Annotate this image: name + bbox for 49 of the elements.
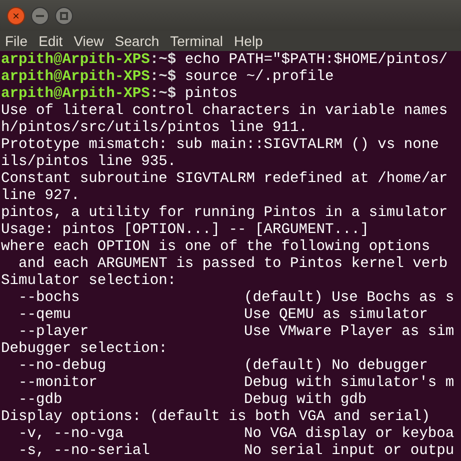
output-line: Constant subroutine SIGVTALRM redefined at /home/ar <box>1 171 448 188</box>
option-description: Debug with gdb <box>244 392 367 409</box>
output-line: Simulator selection: <box>1 273 176 290</box>
menu-item[interactable]: Help <box>234 32 263 50</box>
menu-item[interactable]: View <box>74 32 104 50</box>
output-line: Usage: pintos [OPTION...] -- [ARGUMENT...] <box>1 222 369 239</box>
output-line: Prototype mismatch: sub main::SIGVTALRM () vs none <box>1 137 439 154</box>
menu-item[interactable]: Edit <box>38 32 63 50</box>
option-description: Use QEMU as simulator <box>244 307 428 324</box>
menu-item[interactable]: Search <box>114 32 160 50</box>
output-line: pintos, a utility for running Pintos in a simulator <box>1 205 448 222</box>
option-name-text: --monitor <box>18 375 98 391</box>
menu-item[interactable]: File <box>5 32 28 50</box>
menu-item[interactable]: Terminal <box>170 32 224 50</box>
prompt-path: :~$ <box>150 69 176 86</box>
output-line: Use of literal control characters in variable names <box>1 103 448 120</box>
option-name-text: --player <box>18 324 89 340</box>
option-description: No VGA display or keyboa <box>244 426 454 443</box>
option-description: Debug with simulator's m <box>244 375 454 392</box>
minimize-button[interactable] <box>31 6 49 24</box>
prompt-path: :~$ <box>150 86 176 103</box>
option-name-text: -v, --no-vga <box>18 426 124 442</box>
minimize-icon <box>36 14 44 16</box>
option-name-text: --bochs <box>18 290 80 306</box>
prompt-user: arpith@Arpith-XPS <box>1 69 150 86</box>
output-line: line 927. <box>1 188 80 205</box>
output-line: and each ARGUMENT is passed to Pintos kernel verb <box>18 256 448 273</box>
prompt-user: arpith@Arpith-XPS <box>1 52 150 69</box>
option-description: (default) Use Bochs as s <box>244 290 454 307</box>
option-name-text: --gdb <box>18 392 62 408</box>
command-text: echo PATH="$PATH:$HOME/pintos/ <box>184 52 448 69</box>
prompt-user: arpith@Arpith-XPS <box>1 86 150 103</box>
option-description: Use VMware Player as sim <box>244 324 454 341</box>
prompt-path: :~$ <box>150 52 176 69</box>
output-line: ils/pintos line 935. <box>1 154 176 171</box>
option-description: (default) No debugger <box>244 358 428 375</box>
maximize-icon <box>60 12 68 20</box>
option-name-text: -s, --no-serial <box>18 443 150 459</box>
command-text: source ~/.profile <box>184 69 334 86</box>
maximize-button[interactable] <box>55 6 73 24</box>
option-name-text: --no-debug <box>18 358 106 374</box>
output-line: h/pintos/src/utils/pintos line 911. <box>1 120 308 137</box>
command-text: pintos <box>184 86 238 103</box>
output-line: Display options: (default is both VGA and serial) <box>1 409 430 426</box>
option-name-text: --qemu <box>18 307 72 323</box>
option-description: No serial input or outpu <box>244 443 454 460</box>
close-button[interactable]: × <box>7 6 25 24</box>
output-line: Debugger selection: <box>1 341 168 358</box>
output-line: where each OPTION is one of the following options <box>1 239 430 256</box>
